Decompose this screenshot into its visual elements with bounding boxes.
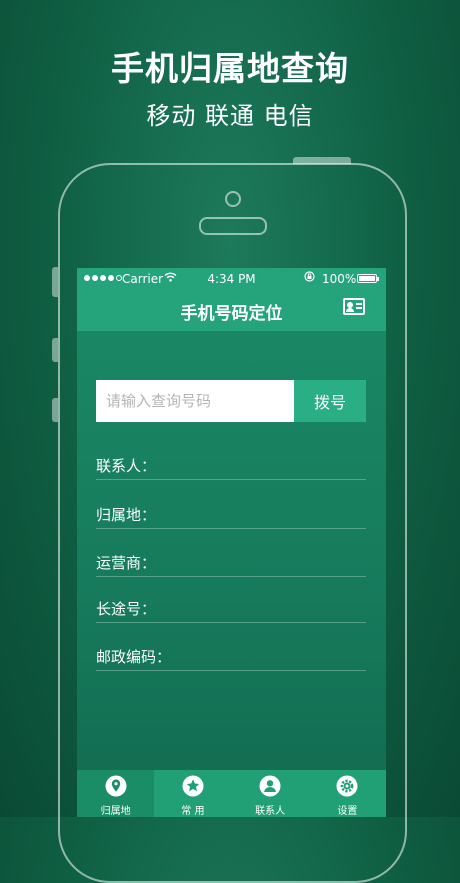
postal-code-row: 邮政编码： — [96, 646, 366, 671]
location-pin-icon — [105, 775, 127, 797]
phone-volume-down — [52, 398, 58, 422]
rotation-lock-icon — [304, 271, 315, 285]
location-label: 归属地： — [96, 506, 157, 524]
area-code-row: 长途号： — [96, 598, 366, 623]
contact-label: 联系人： — [96, 457, 157, 475]
nav-bar: 手机号码定位 — [77, 290, 386, 331]
area-code-label: 长途号： — [96, 600, 157, 618]
person-icon — [259, 775, 281, 797]
postal-code-label: 邮政编码： — [96, 648, 172, 666]
battery-percent: 100% — [322, 272, 357, 286]
page-title: 手机号码定位 — [180, 304, 283, 324]
contact-card-icon[interactable] — [343, 298, 365, 315]
tab-favorites[interactable]: 常 用 — [154, 770, 231, 817]
star-icon — [182, 775, 204, 797]
phone-camera — [225, 191, 241, 207]
dial-button[interactable]: 拨号 — [294, 380, 366, 422]
promo-subtitle: 移动 联通 电信 — [146, 102, 314, 130]
tab-contacts-label: 联系人 — [255, 806, 286, 817]
tab-favorites-label: 常 用 — [181, 806, 205, 817]
promo-title: 手机归属地查询 — [111, 49, 349, 88]
gear-icon — [336, 775, 358, 797]
tab-contacts[interactable]: 联系人 — [232, 770, 309, 817]
tab-bar: 归属地 常 用 联系人 设置 — [77, 770, 386, 817]
phone-number-input[interactable] — [96, 380, 294, 422]
status-bar: Carrier 4:34 PM 100% — [77, 268, 386, 290]
location-row: 归属地： — [96, 504, 366, 529]
phone-power-button — [293, 157, 351, 164]
battery-icon — [357, 274, 379, 283]
tab-location-label: 归属地 — [100, 806, 131, 817]
phone-speaker — [199, 217, 267, 235]
carrier-row: 运营商： — [96, 552, 366, 577]
phone-volume-up — [52, 338, 58, 362]
contact-row: 联系人： — [96, 455, 366, 480]
app-screen: Carrier 4:34 PM 100% 手机号码定位 拨号 联系人： 归属地：… — [77, 268, 386, 817]
tab-settings[interactable]: 设置 — [309, 770, 386, 817]
tab-settings-label: 设置 — [337, 806, 358, 817]
phone-mute-switch — [52, 267, 58, 297]
tab-location[interactable]: 归属地 — [77, 770, 155, 817]
operator-label: 运营商： — [96, 554, 157, 572]
